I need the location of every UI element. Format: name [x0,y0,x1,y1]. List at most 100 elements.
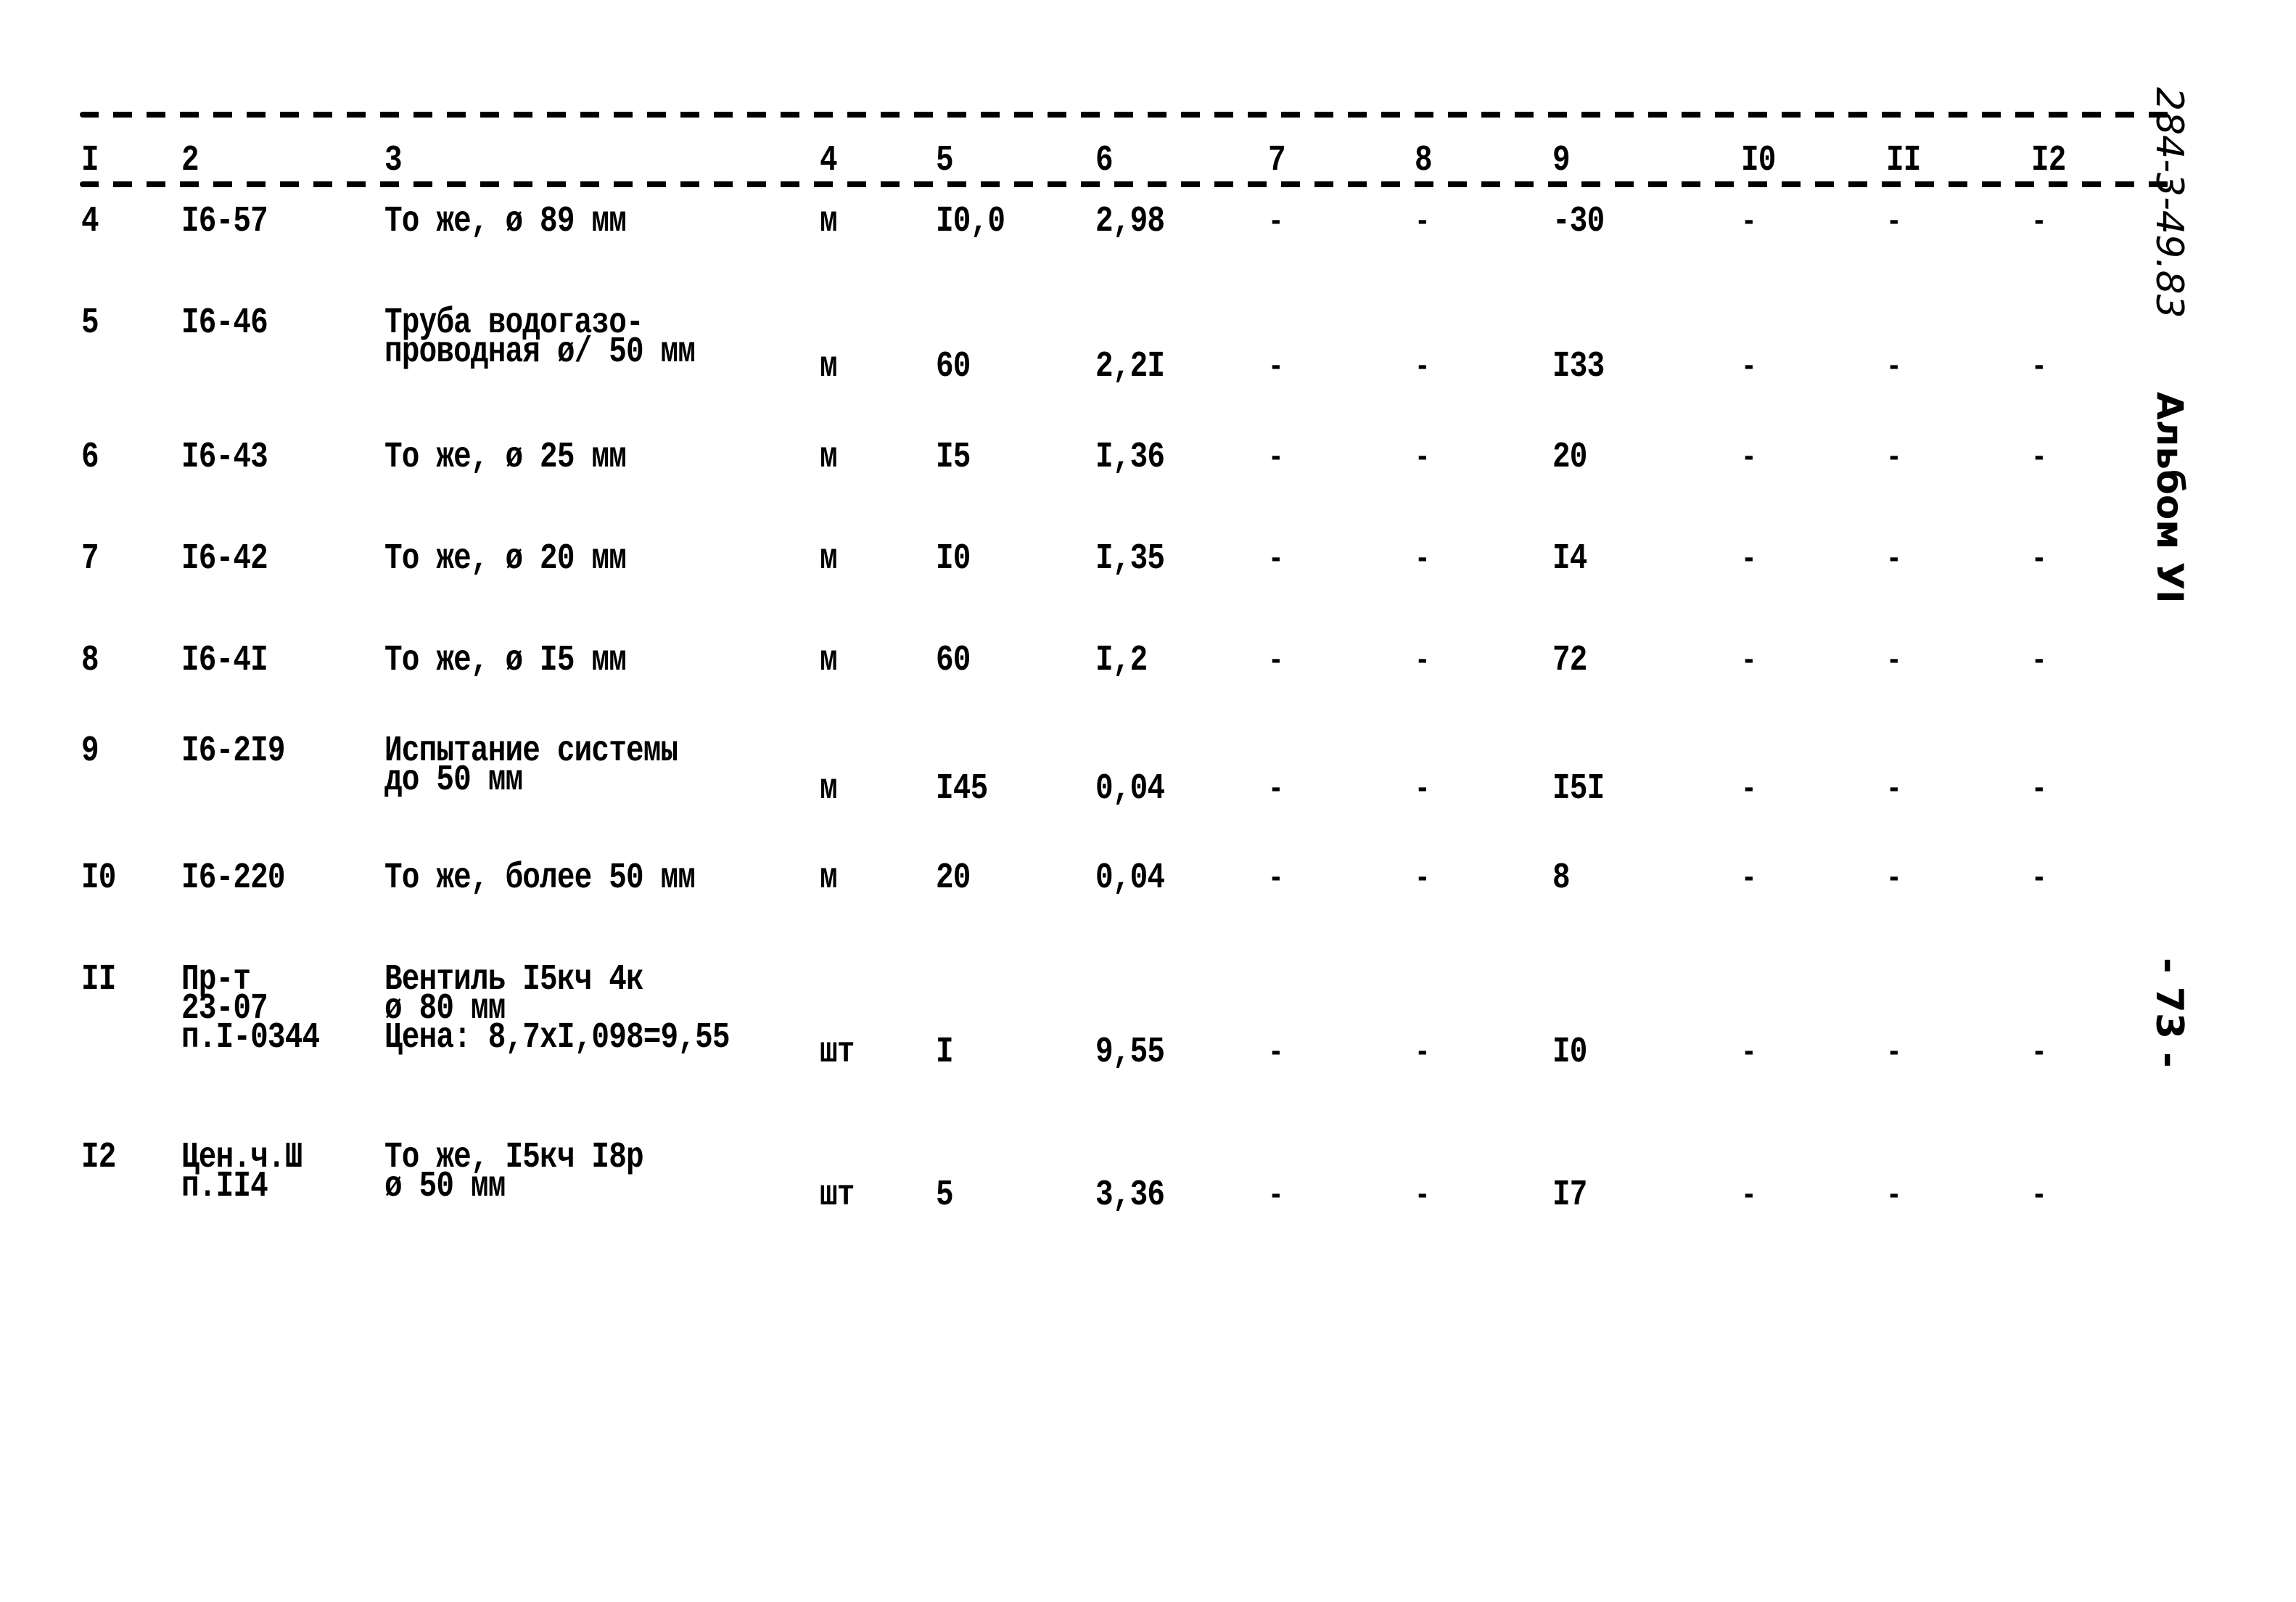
col-10-cell: - [1741,771,1757,808]
row-number-cell: 6 [81,437,99,478]
total-cell: I5I [1552,768,1605,810]
col-7-cell: - [1268,643,1284,679]
unit-cell: м [820,538,838,580]
col-12-cell: - [2031,349,2047,385]
column-header-1: I [81,140,99,181]
unit-price-cell: 2,98 [1095,201,1165,242]
col-11-cell: - [1886,1178,1902,1214]
col-7-cell: - [1268,860,1284,897]
total-cell: I33 [1552,346,1605,387]
row-number-cell: II [81,959,116,1001]
quantity-cell: 60 [936,346,971,387]
quantity-cell: 5 [936,1175,954,1216]
column-header-6: 6 [1095,140,1114,181]
col-8-cell: - [1415,1178,1431,1214]
col-10-cell: - [1741,541,1757,578]
unit-price-cell: 2,2I [1095,346,1165,387]
col-7-cell: - [1268,1035,1284,1071]
col-10-cell: - [1741,1178,1757,1214]
description-line: То же, ø I5 мм [384,640,627,681]
quantity-cell: I5 [936,437,971,478]
column-header-12: I2 [2031,140,2066,181]
row-number-cell: 9 [81,731,99,772]
unit-cell: м [820,437,838,478]
unit-cell: м [820,768,838,810]
unit-price-cell: I,36 [1095,437,1165,478]
column-header-2: 2 [181,140,199,181]
quantity-cell: 60 [936,640,971,681]
unit-price-cell: I,2 [1095,640,1148,681]
row-number-cell: 8 [81,640,99,681]
norm-code-line: I6-57 [181,201,268,242]
col-8-cell: - [1415,860,1431,897]
col-12-cell: - [2031,643,2047,679]
unit-cell: м [820,201,838,242]
col-10-cell: - [1741,860,1757,897]
total-cell: I0 [1552,1032,1587,1073]
col-10-cell: - [1741,440,1757,476]
col-8-cell: - [1415,541,1431,578]
col-7-cell: - [1268,204,1284,240]
norm-code-line: п.I-0344 [181,1017,320,1059]
col-7-cell: - [1268,1178,1284,1214]
col-11-cell: - [1886,541,1902,578]
norm-code-line: I6-2I9 [181,731,286,772]
unit-cell: м [820,858,838,899]
col-8-cell: - [1415,349,1431,385]
column-header-11: II [1886,140,1921,181]
col-11-cell: - [1886,1035,1902,1071]
column-header-9: 9 [1552,140,1571,181]
norm-code-line: п.II4 [181,1166,268,1207]
col-8-cell: - [1415,643,1431,679]
description-line: проводная ø/ 50 мм [384,332,696,373]
col-12-cell: - [2031,1035,2047,1071]
quantity-cell: I0,0 [936,201,1005,242]
col-7-cell: - [1268,771,1284,808]
header-bottom-rule [80,181,2169,187]
total-cell: I4 [1552,538,1587,580]
description-line: То же, более 50 мм [384,858,696,899]
table-top-rule [80,112,2169,118]
col-12-cell: - [2031,440,2047,476]
unit-cell: м [820,640,838,681]
unit-price-cell: 9,55 [1095,1032,1165,1073]
column-header-3: 3 [384,140,403,181]
col-7-cell: - [1268,349,1284,385]
album-label: Альбом УI [2149,392,2191,604]
col-11-cell: - [1886,643,1902,679]
col-8-cell: - [1415,440,1431,476]
description-line: ø 50 мм [384,1166,506,1207]
description-line: То же, ø 20 мм [384,538,627,580]
col-11-cell: - [1886,440,1902,476]
norm-code-line: I6-43 [181,437,268,478]
col-10-cell: - [1741,204,1757,240]
col-11-cell: - [1886,771,1902,808]
norm-code-line: I6-4I [181,640,268,681]
column-header-7: 7 [1268,140,1286,181]
unit-price-cell: 3,36 [1095,1175,1165,1216]
norm-code-line: I6-220 [181,858,286,899]
row-number-cell: 7 [81,538,99,580]
col-12-cell: - [2031,860,2047,897]
quantity-cell: I0 [936,538,971,580]
col-8-cell: - [1415,204,1431,240]
total-cell: 72 [1552,640,1587,681]
col-7-cell: - [1268,440,1284,476]
col-12-cell: - [2031,204,2047,240]
norm-code-line: I6-46 [181,303,268,344]
col-11-cell: - [1886,860,1902,897]
col-11-cell: - [1886,349,1902,385]
col-7-cell: - [1268,541,1284,578]
quantity-cell: 20 [936,858,971,899]
column-header-5: 5 [936,140,954,181]
col-10-cell: - [1741,643,1757,679]
quantity-cell: I45 [936,768,988,810]
col-12-cell: - [2031,771,2047,808]
col-12-cell: - [2031,541,2047,578]
page-number: - 73 - [2147,958,2191,1068]
norm-code-line: I6-42 [181,538,268,580]
total-cell: -30 [1552,201,1605,242]
unit-price-cell: 0,04 [1095,858,1165,899]
col-10-cell: - [1741,349,1757,385]
unit-cell: шт [820,1032,855,1073]
